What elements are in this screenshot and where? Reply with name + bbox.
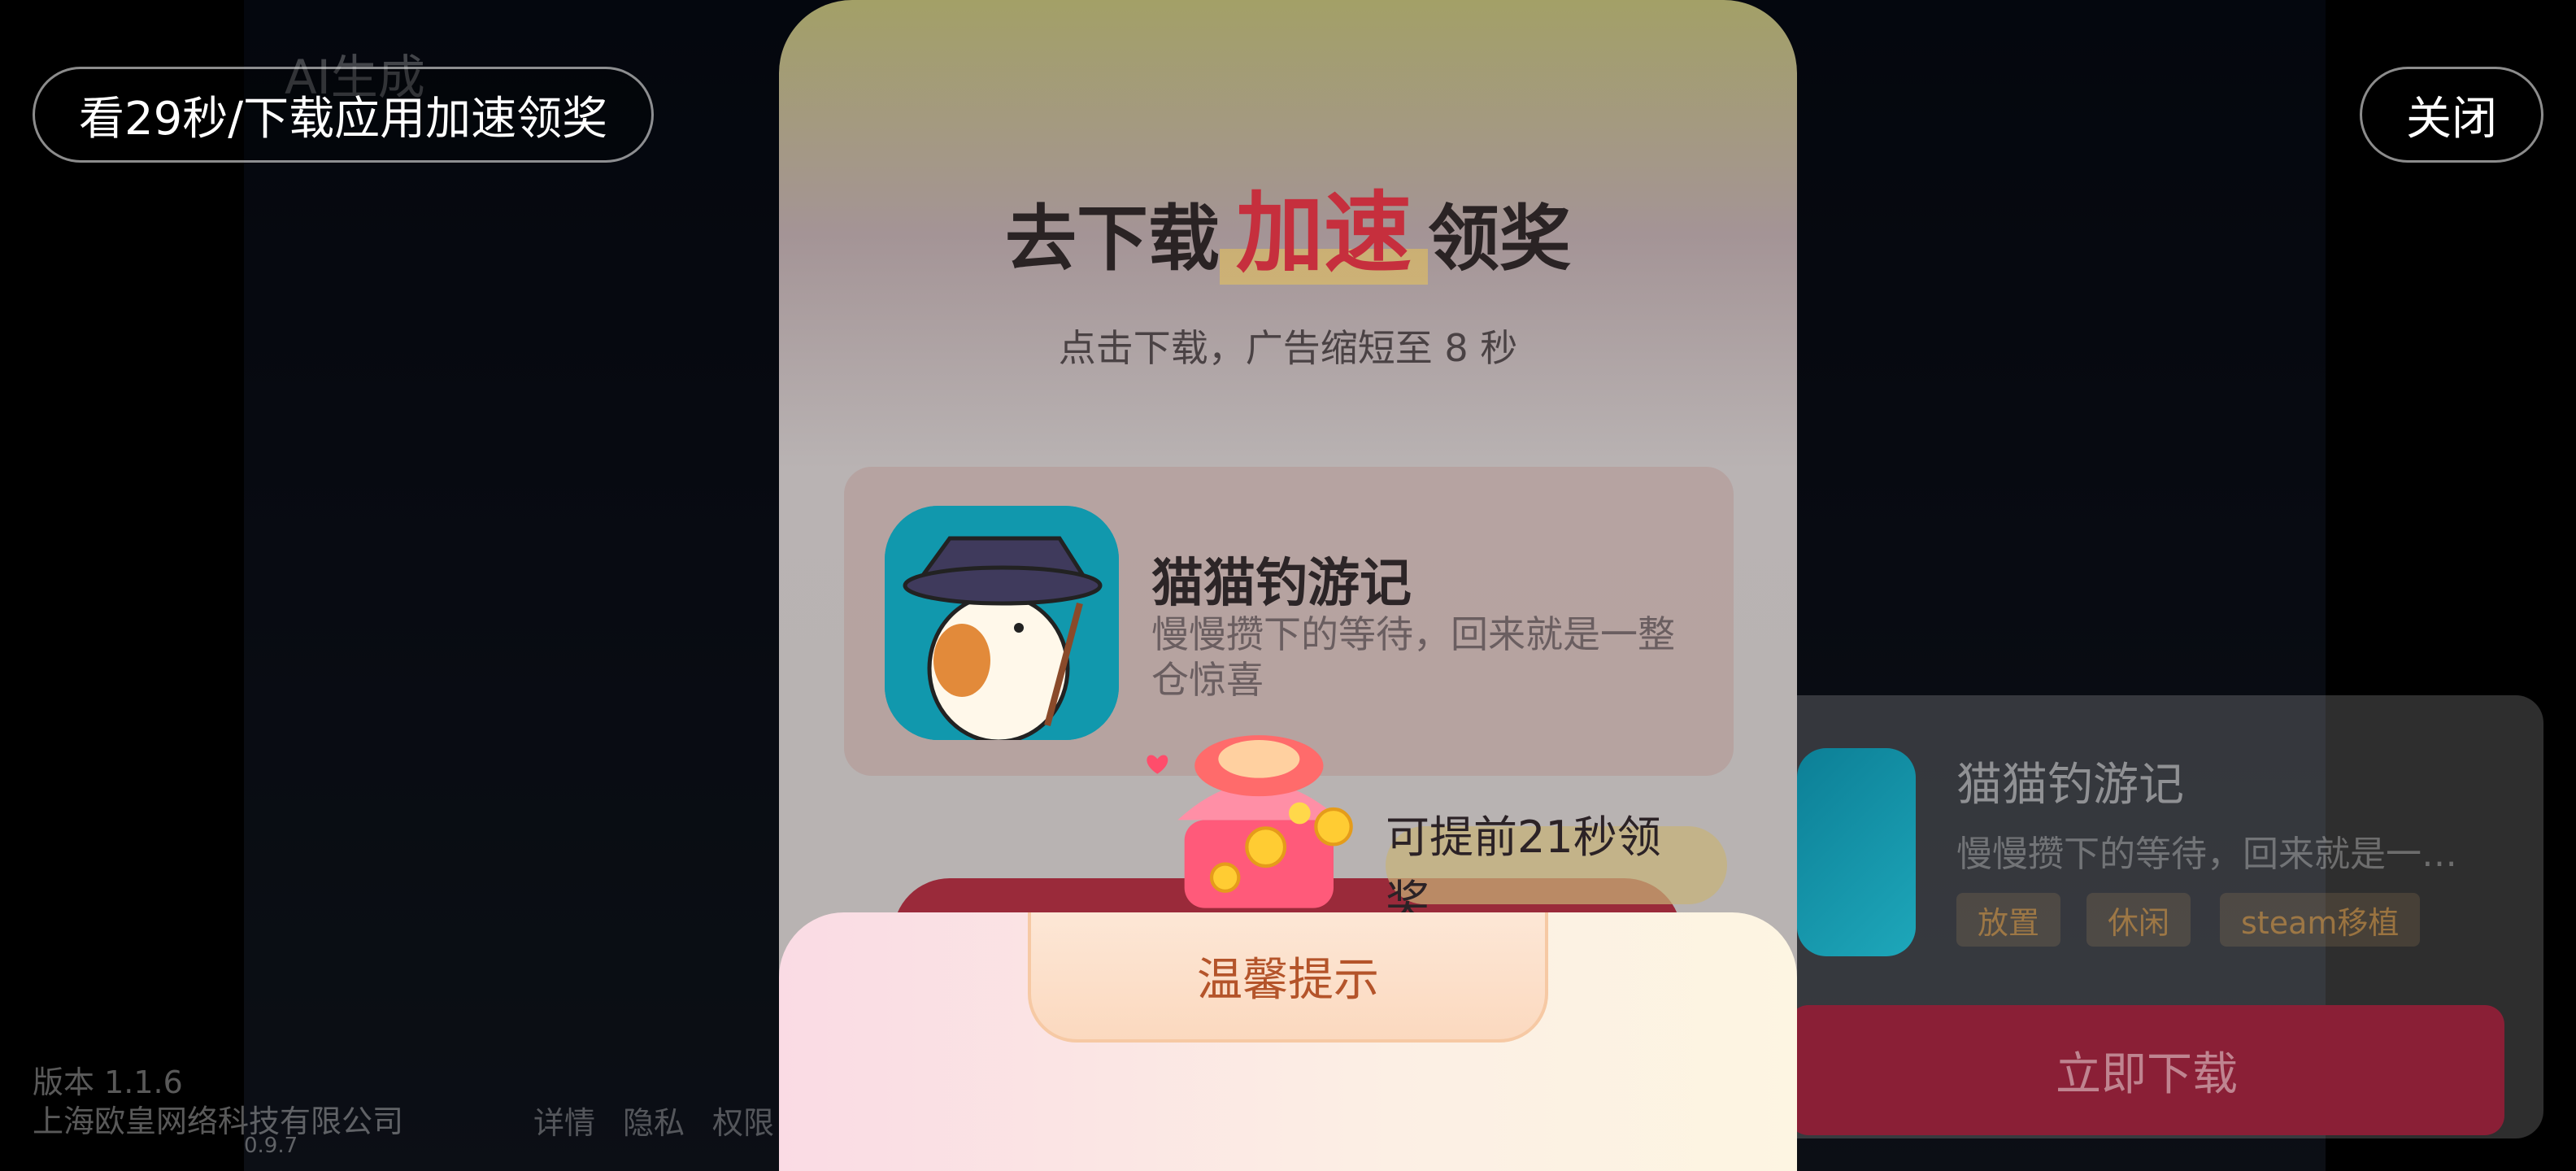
privacy-link[interactable]: 隐私 xyxy=(623,1098,685,1143)
app-name: 猫猫钓游记 xyxy=(1151,554,1412,614)
details-link[interactable]: 详情 xyxy=(533,1098,595,1143)
modal-subtitle: 点击下载，广告缩短至 8 秒 xyxy=(1058,326,1518,370)
tag-casual: 休闲 xyxy=(2086,893,2191,947)
footer-links: 详情 隐私 权限 xyxy=(533,1098,774,1143)
tip-sheet-title: 温馨提示 xyxy=(1028,912,1548,1043)
side-app-name: 猫猫钓游记 xyxy=(1956,759,2184,812)
title-highlight: 加速 xyxy=(1219,183,1428,285)
app-description: 慢慢攒下的等待，回来就是一整仓惊喜 xyxy=(1151,612,1675,702)
permissions-link[interactable]: 权限 xyxy=(712,1098,774,1143)
company-label: 上海欧皇网络科技有限公司 xyxy=(33,1104,404,1139)
tag-idle: 放置 xyxy=(1956,893,2061,947)
version-label: 版本 1.1.6 xyxy=(33,1064,183,1100)
modal-title: 去下载 加速 领奖 xyxy=(779,163,1797,289)
download-now-button[interactable]: 立即下载 xyxy=(1789,1005,2504,1135)
side-app-icon xyxy=(1797,748,1916,956)
title-suffix: 领奖 xyxy=(1428,197,1572,281)
reward-hint-pill: 看29秒/下载应用加速领奖 xyxy=(33,67,654,163)
cat-app-icon xyxy=(885,506,1119,740)
title-prefix: 去下载 xyxy=(1004,197,1220,281)
build-label: 0.9.7 xyxy=(244,1134,298,1158)
close-button[interactable]: 关闭 xyxy=(2360,67,2543,163)
reward-badge: 可提前21秒领奖 xyxy=(1386,812,1727,927)
gift-box-icon xyxy=(1147,735,1353,908)
tag-steam: steam移植 xyxy=(2220,893,2421,947)
side-app-desc: 慢慢攒下的等待，回来就是一整仓惊喜 xyxy=(1956,834,2477,875)
